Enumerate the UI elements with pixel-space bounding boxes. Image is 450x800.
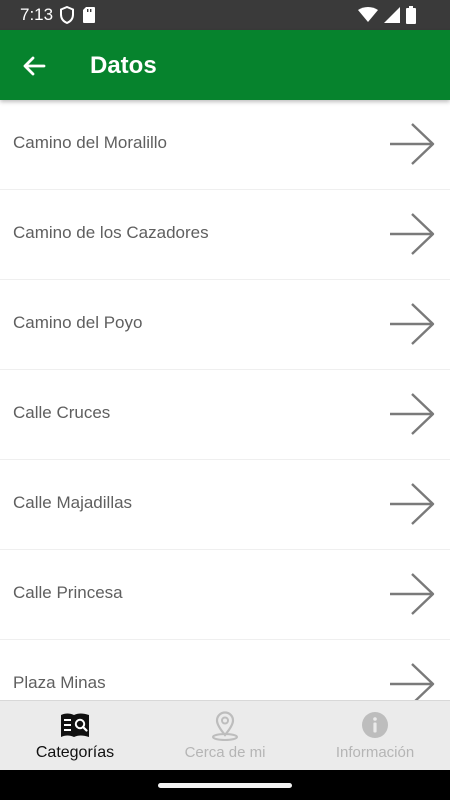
list-item[interactable]: Plaza Minas: [0, 640, 450, 700]
list-item-label: Camino del Poyo: [13, 313, 143, 332]
list-item[interactable]: Calle Cruces: [0, 370, 450, 460]
sd-card-icon: [83, 7, 95, 23]
list-item-label: Calle Cruces: [13, 403, 111, 422]
bottom-navigation: Categorías Cerca de mi Información: [0, 700, 450, 771]
list-item[interactable]: Camino del Poyo: [0, 280, 450, 370]
home-gesture-pill[interactable]: [158, 783, 292, 788]
location-pin-icon: [212, 711, 238, 741]
arrow-right-icon: [390, 393, 435, 435]
signal-icon: [384, 7, 400, 23]
back-button[interactable]: [16, 48, 52, 84]
status-bar: 7:13: [0, 0, 450, 30]
arrow-right-icon: [390, 483, 435, 525]
page-title: Datos: [90, 52, 157, 79]
list-item[interactable]: Calle Princesa: [0, 550, 450, 640]
nav-item-cerca-de-mi[interactable]: Cerca de mi: [150, 701, 300, 771]
nav-label: Cerca de mi: [184, 744, 266, 761]
list-item-label: Calle Princesa: [13, 583, 123, 602]
list-item-label: Plaza Minas: [13, 673, 106, 692]
list-item[interactable]: Camino de los Cazadores: [0, 190, 450, 280]
arrow-right-icon: [390, 663, 435, 700]
list-item-label: Camino de los Cazadores: [13, 223, 209, 242]
nav-item-informacion[interactable]: Información: [300, 701, 450, 771]
data-list[interactable]: Camino del Moralillo Camino de los Cazad…: [0, 100, 450, 700]
info-icon: [362, 712, 388, 738]
list-item-label: Calle Majadillas: [13, 493, 133, 512]
nav-item-categorias[interactable]: Categorías: [0, 701, 150, 771]
list-item-label: Camino del Moralillo: [13, 133, 168, 152]
categories-search-icon: [61, 713, 89, 737]
wifi-icon: [358, 7, 378, 22]
battery-icon: [406, 6, 416, 24]
shield-icon: [60, 6, 74, 24]
list-item[interactable]: Calle Majadillas: [0, 460, 450, 550]
list-item[interactable]: Camino del Moralillo: [0, 100, 450, 190]
status-time: 7:13: [20, 5, 54, 24]
nav-label: Información: [335, 744, 415, 761]
system-gesture-bar: [0, 770, 450, 800]
app-bar: Datos: [0, 30, 450, 100]
nav-label: Categorías: [35, 744, 115, 761]
status-right-icons: [358, 6, 416, 24]
status-left-icons: [60, 6, 96, 24]
arrow-right-icon: [390, 123, 435, 165]
arrow-right-icon: [390, 303, 435, 345]
arrow-right-icon: [390, 213, 435, 255]
back-arrow-icon: [23, 56, 46, 76]
arrow-right-icon: [390, 573, 435, 615]
